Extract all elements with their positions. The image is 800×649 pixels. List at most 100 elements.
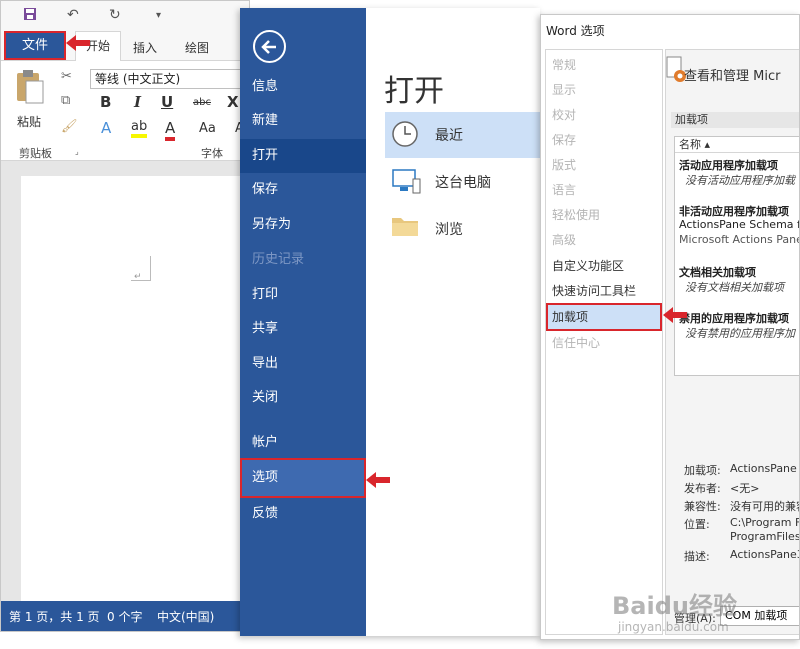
backstage-nav: 信息 新建 打开 保存 另存为 历史记录 打印 共享 导出 关闭 帐户 选项 反… (240, 8, 366, 636)
dialog-launcher-icon[interactable]: ⌟ (75, 147, 79, 156)
group-active: 活动应用程序加载项 (679, 159, 778, 172)
watermark-url: jingyan.baidu.com (618, 620, 729, 634)
detail-location-value: C:\Program F (730, 516, 800, 529)
undo-icon[interactable]: ↶ (67, 7, 79, 23)
copy-icon[interactable]: ⧉ (61, 93, 70, 108)
underline-button[interactable]: U (161, 93, 173, 111)
nav-print[interactable]: 打印 (240, 278, 366, 312)
computer-icon (391, 167, 421, 199)
location-recent-label: 最近 (435, 128, 463, 144)
detail-publisher-value: <无> (730, 482, 760, 495)
change-case-icon[interactable]: Aa (199, 121, 216, 136)
clock-icon (391, 120, 419, 152)
detail-desc-label: 描述: (684, 550, 710, 563)
cat-customize-ribbon[interactable]: 自定义功能区 (546, 254, 662, 278)
paragraph-mark-icon: ↵ (134, 272, 142, 282)
watermark: Baidu经验 jingyan.baidu.com (612, 586, 792, 642)
location-browse[interactable]: 浏览 (385, 206, 540, 252)
nav-export[interactable]: 导出 (240, 347, 366, 381)
word-window: ↶ ↻ ▾ 文件 开始 插入 绘图 粘贴 ✂ ⧉ 🖌 剪贴板 ⌟ 等线 (中文正… (0, 0, 250, 632)
text-effects-icon[interactable]: A (101, 119, 111, 137)
word-count[interactable]: 0 个字 (107, 601, 142, 631)
cat-accessibility[interactable]: 轻松使用 (546, 203, 662, 227)
cat-language[interactable]: 语言 (546, 178, 662, 202)
options-category-list: 常规 显示 校对 保存 版式 语言 轻松使用 高级 自定义功能区 快速访问工具栏… (545, 49, 663, 635)
nav-new[interactable]: 新建 (240, 104, 366, 138)
detail-addin-label: 加载项: (684, 464, 721, 477)
detail-addin-value: ActionsPane S (730, 462, 800, 475)
nav-save[interactable]: 保存 (240, 173, 366, 207)
group-disabled: 禁用的应用程序加载项 (679, 312, 789, 325)
font-group-label: 字体 (201, 147, 223, 160)
red-arrow-file-icon (66, 35, 90, 51)
language-indicator[interactable]: 中文(中国) (157, 601, 214, 631)
cat-general[interactable]: 常规 (546, 53, 662, 77)
nav-save-as[interactable]: 另存为 (240, 208, 366, 242)
nav-account[interactable]: 帐户 (240, 426, 366, 460)
italic-button[interactable]: I (134, 93, 141, 111)
cat-advanced[interactable]: 高级 (546, 228, 662, 252)
nav-info[interactable]: 信息 (240, 70, 366, 104)
panel-heading: 查看和管理 Micr (684, 69, 781, 84)
paste-button[interactable]: 粘贴 (17, 113, 41, 130)
subscript-button[interactable]: X (227, 93, 239, 111)
detail-compat-value: 没有可用的兼容 (730, 500, 800, 513)
cat-display[interactable]: 显示 (546, 78, 662, 102)
location-this-pc[interactable]: 这台电脑 (385, 159, 540, 205)
location-recent[interactable]: 最近 (385, 112, 540, 158)
detail-desc-value: ActionsPane3 (730, 548, 800, 561)
nav-options[interactable]: 选项 (240, 458, 366, 498)
disabled-empty: 没有禁用的应用程序加 (685, 327, 795, 340)
tab-insert[interactable]: 插入 (133, 39, 157, 56)
nav-close[interactable]: 关闭 (240, 381, 366, 415)
nav-open[interactable]: 打开 (240, 139, 366, 173)
format-painter-icon[interactable]: 🖌 (61, 119, 78, 134)
red-arrow-addins-icon (663, 307, 687, 323)
tab-draw[interactable]: 绘图 (185, 39, 209, 56)
paste-icon[interactable] (15, 69, 45, 105)
save-icon[interactable] (23, 7, 37, 25)
folder-icon (391, 214, 419, 242)
active-empty: 没有活动应用程序加载 (685, 174, 795, 187)
group-document: 文档相关加载项 (679, 266, 756, 279)
customize-qat-icon[interactable]: ▾ (156, 10, 161, 21)
cat-save[interactable]: 保存 (546, 128, 662, 152)
page-count[interactable]: 第 1 页，共 1 页 (9, 601, 100, 631)
detail-location-label: 位置: (684, 518, 710, 531)
watermark-logo: Baidu经验 (612, 592, 737, 620)
location-browse-label: 浏览 (435, 222, 463, 238)
font-name-select[interactable]: 等线 (中文正文) (90, 69, 249, 89)
dialog-title: Word 选项 (546, 24, 605, 38)
cut-icon[interactable]: ✂ (61, 69, 72, 84)
status-bar: 第 1 页，共 1 页 0 个字 中文(中国) (1, 601, 249, 631)
group-inactive: 非活动应用程序加载项 (679, 205, 789, 218)
clipboard-group-label: 剪贴板 (19, 147, 52, 160)
cat-proofing[interactable]: 校对 (546, 103, 662, 127)
list-item[interactable]: ActionsPane Schema fo (679, 218, 799, 231)
cat-trust-center[interactable]: 信任中心 (546, 331, 662, 355)
list-item[interactable]: Microsoft Actions Pane (679, 233, 799, 246)
document-page[interactable]: ↵ (21, 176, 249, 606)
back-arrow-icon[interactable] (253, 30, 286, 63)
strikethrough-button[interactable]: abc (193, 97, 211, 108)
redo-icon[interactable]: ↻ (109, 7, 121, 23)
backstage-view: 信息 新建 打开 保存 另存为 历史记录 打印 共享 导出 关闭 帐户 选项 反… (240, 8, 540, 636)
location-this-pc-label: 这台电脑 (435, 175, 491, 191)
addins-section-bar: 加载项 (671, 112, 799, 128)
red-arrow-options-icon (366, 472, 390, 488)
cat-quick-access-toolbar[interactable]: 快速访问工具栏 (546, 279, 662, 303)
detail-publisher-label: 发布者: (684, 482, 721, 495)
nav-feedback[interactable]: 反馈 (240, 497, 366, 531)
font-color-icon[interactable]: A (165, 119, 176, 141)
cat-layout[interactable]: 版式 (546, 153, 662, 177)
detail-location-value-2: ProgramFiles (730, 530, 800, 543)
addins-panel: 查看和管理 Micr 加载项 名称 ▴ 活动应用程序加载项 没有活动应用程序加载… (665, 49, 800, 635)
cat-addins[interactable]: 加载项 (546, 303, 662, 331)
addin-list[interactable]: 名称 ▴ 活动应用程序加载项 没有活动应用程序加载 非活动应用程序加载项 Act… (674, 136, 799, 376)
bold-button[interactable]: B (100, 93, 111, 111)
list-header-name[interactable]: 名称 ▴ (675, 137, 799, 153)
word-options-dialog: Word 选项 常规 显示 校对 保存 版式 语言 轻松使用 高级 自定义功能区… (540, 14, 800, 640)
file-tab[interactable]: 文件 (4, 31, 66, 60)
highlight-color-icon[interactable]: ab (131, 119, 148, 138)
nav-share[interactable]: 共享 (240, 312, 366, 346)
